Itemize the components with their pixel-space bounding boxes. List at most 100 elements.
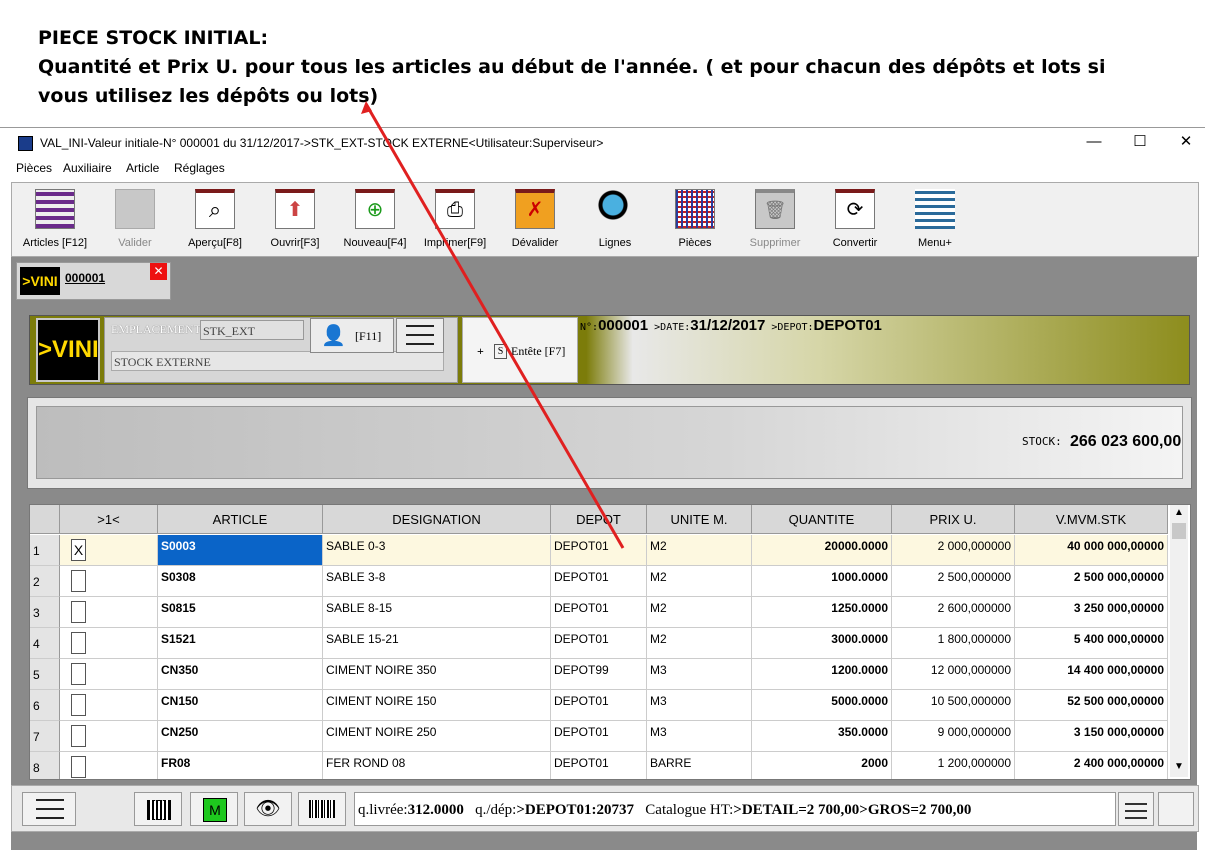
articles-button[interactable]: Articles [F12] (20, 187, 90, 253)
ouvrir-button[interactable]: ⬆ Ouvrir[F3] (260, 187, 330, 253)
grid-cell-unite[interactable]: BARRE (647, 752, 752, 779)
grid-cell-designation[interactable]: SABLE 15-21 (323, 628, 551, 659)
lignes-button[interactable]: Lignes (580, 187, 650, 253)
header-menu-button[interactable] (396, 318, 444, 353)
grid-cell-valeur[interactable]: 3 250 000,00000 (1015, 597, 1168, 628)
grid-cell-quantite[interactable]: 5000.0000 (752, 690, 892, 721)
close-window-button[interactable]: ✕ (1164, 131, 1205, 153)
grid-cell-designation[interactable]: SABLE 0-3 (323, 535, 551, 566)
grid-cell-quantite[interactable]: 1250.0000 (752, 597, 892, 628)
grid-cell-article[interactable]: S0308 (158, 566, 323, 597)
grid-cell-depot[interactable]: DEPOT01 (551, 721, 647, 752)
row-checkbox[interactable] (71, 601, 86, 623)
row-number[interactable]: 6 (30, 690, 60, 721)
grid-cell-quantite[interactable]: 1200.0000 (752, 659, 892, 690)
grid-cell-designation[interactable]: SABLE 8-15 (323, 597, 551, 628)
grid-cell-quantite[interactable]: 2000 (752, 752, 892, 779)
barcode-button[interactable] (298, 792, 346, 826)
barcode-scan-button[interactable] (134, 792, 182, 826)
grid-cell-depot[interactable]: DEPOT99 (551, 659, 647, 690)
grid-cell-prix[interactable]: 2 500,000000 (892, 566, 1015, 597)
scroll-down-icon[interactable]: ▼ (1174, 761, 1184, 772)
menu-pieces[interactable]: Pièces (16, 161, 52, 175)
valider-button[interactable]: Valider (100, 187, 170, 253)
grid-cell-article[interactable]: FR08 (158, 752, 323, 779)
supprimer-button[interactable]: 🗑 Supprimer (740, 187, 810, 253)
m-button[interactable]: M (190, 792, 238, 826)
imprimer-button[interactable]: ⎙ Imprimer[F9] (420, 187, 490, 253)
grid-cell-depot[interactable]: DEPOT01 (551, 535, 647, 566)
menu-auxiliaire[interactable]: Auxiliaire (63, 161, 112, 175)
column-header[interactable]: V.MVM.STK (1015, 505, 1168, 534)
grid-cell-article[interactable]: S1521 (158, 628, 323, 659)
column-header[interactable]: PRIX U. (892, 505, 1015, 534)
row-checkbox[interactable]: X (71, 539, 86, 561)
scroll-thumb[interactable] (1172, 523, 1186, 539)
grid-cell-prix[interactable]: 9 000,000000 (892, 721, 1015, 752)
row-number[interactable]: 3 (30, 597, 60, 628)
grid-cell-article[interactable]: CN350 (158, 659, 323, 690)
grid-cell-quantite[interactable]: 20000.0000 (752, 535, 892, 566)
grid-cell-valeur[interactable]: 14 400 000,00000 (1015, 659, 1168, 690)
grid-cell-depot[interactable]: DEPOT01 (551, 628, 647, 659)
location-code-field[interactable]: STK_EXT (200, 320, 304, 340)
column-header[interactable]: DESIGNATION (323, 505, 551, 534)
user-button[interactable]: 👤 [F11] (310, 318, 394, 353)
grid-cell-valeur[interactable]: 40 000 000,00000 (1015, 535, 1168, 566)
settings-sliders-button[interactable] (1118, 792, 1154, 826)
document-tab[interactable]: >VINI 000001 ✕ (16, 262, 171, 300)
row-checkbox[interactable] (71, 632, 86, 654)
row-checkbox[interactable] (71, 694, 86, 716)
grid-cell-designation[interactable]: CIMENT NOIRE 250 (323, 721, 551, 752)
row-checkbox[interactable] (71, 663, 86, 685)
grid-cell-valeur[interactable]: 2 500 000,00000 (1015, 566, 1168, 597)
apercu-button[interactable]: ⌕ Aperçu[F8] (180, 187, 250, 253)
pieces-button[interactable]: Pièces (660, 187, 730, 253)
status-menu-button[interactable] (22, 792, 76, 826)
nouveau-button[interactable]: ⊕ Nouveau[F4] (340, 187, 410, 253)
row-number[interactable]: 4 (30, 628, 60, 659)
row-number[interactable]: 7 (30, 721, 60, 752)
view-button[interactable]: 👁 (244, 792, 292, 826)
row-number[interactable]: 2 (30, 566, 60, 597)
grid-cell-valeur[interactable]: 5 400 000,00000 (1015, 628, 1168, 659)
convertir-button[interactable]: ⟳ Convertir (820, 187, 890, 253)
grid-cell-valeur[interactable]: 2 400 000,00000 (1015, 752, 1168, 779)
column-header[interactable]: DEPOT (551, 505, 647, 534)
grid-cell-prix[interactable]: 12 000,000000 (892, 659, 1015, 690)
grid-cell-unite[interactable]: M3 (647, 659, 752, 690)
grid-cell-depot[interactable]: DEPOT01 (551, 752, 647, 779)
maximize-button[interactable]: ☐ (1118, 131, 1162, 153)
grid-cell-unite[interactable]: M3 (647, 690, 752, 721)
grid-cell-article[interactable]: S0003 (158, 535, 323, 566)
column-header[interactable]: UNITE M. (647, 505, 752, 534)
row-number[interactable]: 8 (30, 752, 60, 779)
grid-cell-depot[interactable]: DEPOT01 (551, 597, 647, 628)
row-checkbox[interactable] (71, 756, 86, 778)
devalider-button[interactable]: ✗ Dévalider (500, 187, 570, 253)
document-tab-number[interactable]: 000001 (65, 271, 105, 285)
close-tab-icon[interactable]: ✕ (150, 263, 167, 280)
row-checkbox[interactable] (71, 725, 86, 747)
grid-cell-unite[interactable]: M3 (647, 721, 752, 752)
grid-cell-designation[interactable]: CIMENT NOIRE 150 (323, 690, 551, 721)
row-checkbox[interactable] (71, 570, 86, 592)
grid-cell-article[interactable]: S0815 (158, 597, 323, 628)
grid-cell-designation[interactable]: CIMENT NOIRE 350 (323, 659, 551, 690)
entete-box[interactable]: + S Entête [F7] (462, 317, 578, 383)
grid-cell-valeur[interactable]: 52 500 000,00000 (1015, 690, 1168, 721)
grid-cell-unite[interactable]: M2 (647, 535, 752, 566)
grid-cell-depot[interactable]: DEPOT01 (551, 690, 647, 721)
grid-cell-unite[interactable]: M2 (647, 628, 752, 659)
grid-cell-quantite[interactable]: 1000.0000 (752, 566, 892, 597)
grid-scrollbar[interactable]: ▲ ▼ (1170, 505, 1188, 777)
row-number[interactable]: 5 (30, 659, 60, 690)
column-header[interactable]: QUANTITE (752, 505, 892, 534)
minimize-button[interactable]: — (1072, 131, 1116, 153)
status-extra-button[interactable] (1158, 792, 1194, 826)
grid-cell-article[interactable]: CN150 (158, 690, 323, 721)
scroll-up-icon[interactable]: ▲ (1174, 507, 1184, 518)
grid-cell-prix[interactable]: 10 500,000000 (892, 690, 1015, 721)
grid-cell-unite[interactable]: M2 (647, 566, 752, 597)
grid-cell-prix[interactable]: 2 600,000000 (892, 597, 1015, 628)
